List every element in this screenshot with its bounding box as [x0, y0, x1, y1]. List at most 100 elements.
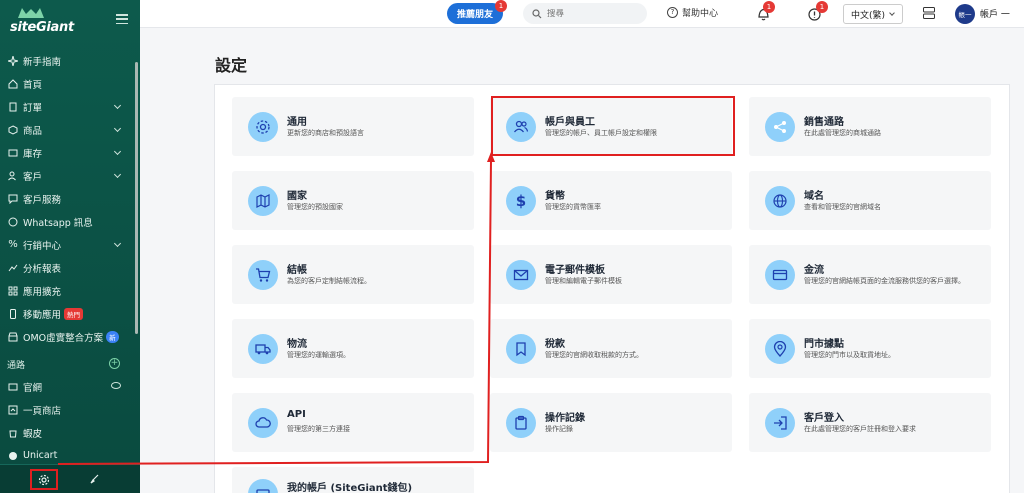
account-name[interactable]: 帳戶 一	[980, 7, 1010, 20]
logo-row: siteGiant	[0, 0, 140, 42]
topbar: 推薦朋友 1 ? 幫助中心 1 1 中文(繁) 帳一 帳戶 一	[140, 0, 1024, 28]
settings-button[interactable]	[30, 469, 58, 490]
tile-desc: 管理和編輯電子郵件模板	[545, 277, 622, 285]
help-center-label: 幫助中心	[682, 9, 719, 19]
whatsapp-icon	[7, 216, 19, 228]
tile-general[interactable]: 通用 更新您的商店和預設語言	[232, 97, 474, 156]
sidebar-channel-one-page[interactable]: 一頁商店	[0, 398, 136, 421]
avatar[interactable]: 帳一	[955, 4, 975, 24]
theme-button[interactable]	[86, 471, 102, 487]
add-channel-icon[interactable]: +	[109, 358, 120, 369]
hot-badge: 熱門	[64, 307, 84, 320]
tile-title: 電子郵件模板	[545, 265, 605, 276]
sidebar-item-label: OMO虛實整合方案	[23, 332, 104, 344]
sidebar-item-home[interactable]: 首頁	[0, 72, 136, 95]
logo[interactable]: siteGiant	[10, 20, 74, 35]
tile-email-templates[interactable]: 電子郵件模板 管理和編輯電子郵件模板	[490, 245, 732, 304]
tile-title: 貨幣	[545, 191, 565, 202]
chat-icon	[7, 193, 19, 205]
tile-store-locations[interactable]: 門市據點 管理您的門市以及取貨地址。	[749, 319, 991, 378]
unicart-icon	[7, 450, 19, 462]
sidebar-item-apps[interactable]: 應用擴充	[0, 279, 136, 302]
phone-icon	[7, 308, 19, 320]
dollar-icon: $	[506, 186, 536, 216]
sidebar-item-omo[interactable]: OMO虛實整合方案 新	[0, 325, 136, 348]
sidebar-item-customer-service[interactable]: 客戶服務	[0, 187, 136, 210]
search-box[interactable]	[523, 3, 647, 24]
sidebar-item-inventory[interactable]: 庫存	[0, 141, 136, 164]
tile-my-account-wallet[interactable]: 我的帳戶 (SiteGiant錢包)	[232, 467, 474, 493]
cloud-icon	[248, 408, 278, 438]
box-icon	[7, 124, 19, 136]
percent-icon: %	[8, 239, 18, 250]
refer-friend-label: 推薦朋友	[456, 10, 493, 20]
hamburger-menu-icon[interactable]	[116, 14, 128, 24]
tile-currency[interactable]: $ 貨幣 管理您的貨幣匯率	[490, 171, 732, 230]
tile-shipping[interactable]: 物流 管理您的運輸選項。	[232, 319, 474, 378]
tile-payments[interactable]: 金流 管理您的官網結帳頁面的金流服務供您的客戶選擇。	[749, 245, 991, 304]
eye-icon[interactable]	[111, 382, 121, 389]
store-switcher-icon[interactable]	[923, 7, 935, 19]
tile-title: 操作記錄	[545, 413, 585, 424]
sidebar-item-marketing[interactable]: % 行銷中心	[0, 233, 136, 256]
chevron-down-icon	[889, 10, 895, 16]
question-icon: ?	[667, 7, 678, 18]
sidebar-item-label: 一頁商店	[23, 405, 62, 417]
sidebar-item-label: 蝦皮	[23, 428, 43, 440]
sidebar-item-label: 分析報表	[23, 263, 62, 275]
users-icon	[7, 170, 19, 182]
sidebar-footer	[0, 464, 140, 493]
sparkle-icon	[7, 55, 19, 67]
tile-desc: 在此處管理您的商城通路	[804, 129, 881, 137]
sidebar-channel-website[interactable]: 官網	[0, 375, 136, 398]
search-input[interactable]	[547, 8, 637, 19]
chevron-down-icon	[113, 170, 122, 179]
document-icon	[7, 101, 19, 113]
tile-desc: 在此處管理您的客戶註冊和登入要求	[804, 425, 916, 433]
sidebar-item-orders[interactable]: 訂單	[0, 95, 136, 118]
tile-domain[interactable]: 域名 查看和管理您的官網域名	[749, 171, 991, 230]
tile-desc: 管理您的門市以及取貨地址。	[804, 351, 895, 359]
tile-sales-channels[interactable]: 銷售通路 在此處管理您的商城通路	[749, 97, 991, 156]
help-center-link[interactable]: ? 幫助中心	[667, 6, 718, 19]
tile-title: 金流	[804, 265, 824, 276]
tile-taxes[interactable]: 稅款 管理您的官網收取稅款的方式。	[490, 319, 732, 378]
sidebar-item-label: 訂單	[23, 102, 43, 114]
sidebar-item-label: 客戶服務	[23, 194, 62, 206]
chart-icon	[7, 262, 19, 274]
sidebar-item-label: 首頁	[23, 79, 43, 91]
sidebar-item-whatsapp[interactable]: Whatsapp 訊息	[0, 210, 136, 233]
tile-title: 稅款	[545, 339, 565, 350]
alert-count-badge: 1	[816, 1, 828, 13]
page-title: 設定	[215, 56, 248, 75]
sidebar-scrollbar[interactable]	[135, 62, 138, 334]
tile-desc: 管理您的官網收取稅款的方式。	[545, 351, 643, 359]
sidebar-item-customers[interactable]: 客戶	[0, 164, 136, 187]
sidebar-channel-shopee[interactable]: 蝦皮	[0, 421, 136, 444]
sidebar-item-analytics[interactable]: 分析報表	[0, 256, 136, 279]
tile-countries[interactable]: 國家 管理您的預設國家	[232, 171, 474, 230]
language-select[interactable]: 中文(繁)	[843, 4, 903, 24]
chevron-down-icon	[113, 101, 122, 110]
gear-icon	[38, 474, 50, 485]
chevron-down-icon	[113, 124, 122, 133]
sidebar-item-mobile-app[interactable]: 移動應用 熱門	[0, 302, 136, 325]
sidebar-item-products[interactable]: 商品	[0, 118, 136, 141]
grid-icon	[7, 285, 19, 297]
tile-api[interactable]: API 管理您的第三方連接	[232, 393, 474, 452]
inventory-icon	[7, 147, 19, 159]
home-icon	[7, 78, 19, 90]
tile-title: 銷售通路	[804, 117, 844, 128]
logo-mark-icon	[18, 8, 44, 18]
tile-checkout[interactable]: 結帳 為您的客戶定制結帳流程。	[232, 245, 474, 304]
clipboard-icon	[506, 408, 536, 438]
tile-customer-login[interactable]: 客戶登入 在此處管理您的客戶註冊和登入要求	[749, 393, 991, 452]
sidebar-item-guide[interactable]: 新手指南	[0, 49, 136, 72]
tile-desc: 管理您的運輸選項。	[287, 351, 350, 359]
store-icon	[7, 331, 19, 343]
new-badge: 新	[106, 330, 119, 343]
tile-activity-log[interactable]: 操作記錄 操作記錄	[490, 393, 732, 452]
highlight-box	[491, 96, 735, 156]
tile-desc: 管理您的第三方連接	[287, 425, 350, 433]
sidebar-item-label: 應用擴充	[23, 286, 62, 298]
